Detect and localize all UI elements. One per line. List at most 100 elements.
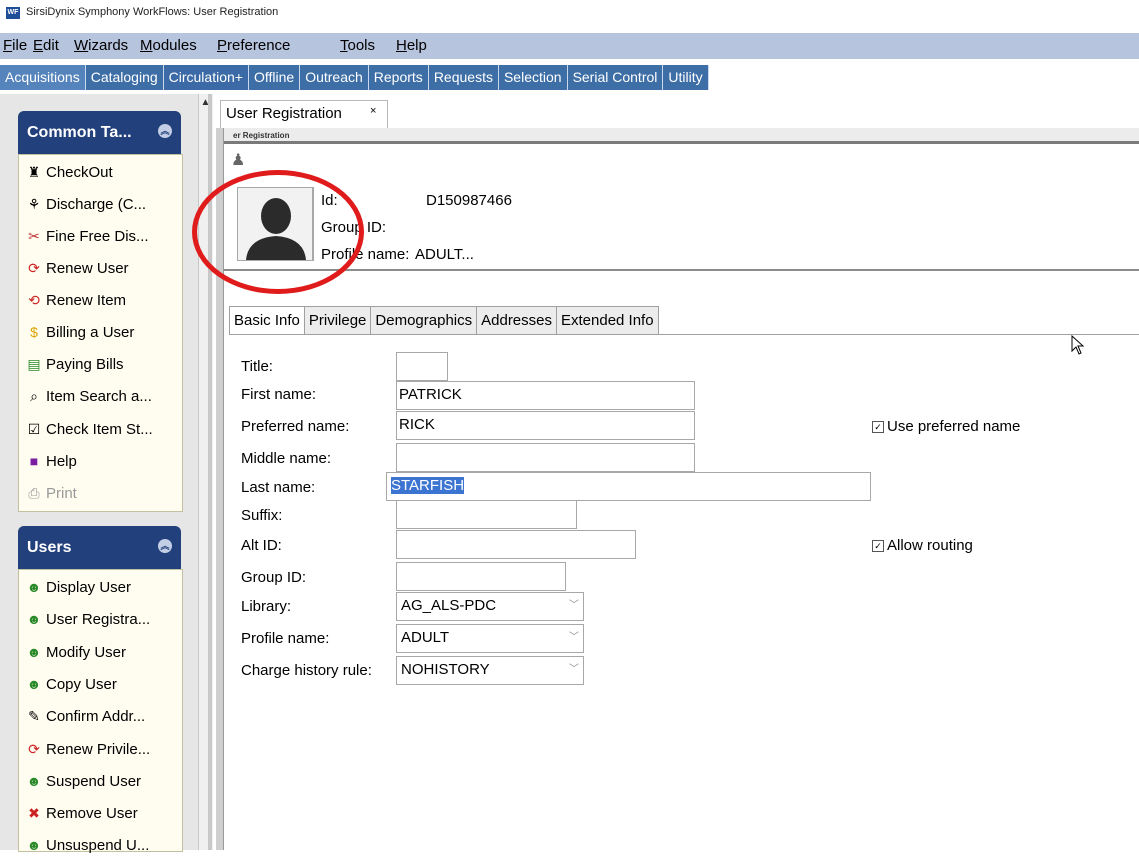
group-id-label: Group ID: bbox=[241, 569, 307, 586]
subwindow-title: er Registration bbox=[233, 131, 290, 140]
module-tab-cataloging[interactable]: Cataloging bbox=[85, 65, 164, 90]
library-label: Library: bbox=[241, 598, 292, 615]
task-check-item-status[interactable]: ☑ Check Item St... bbox=[26, 421, 153, 445]
suffix-label: Suffix: bbox=[241, 507, 283, 524]
users-header[interactable]: Users ︽ bbox=[18, 526, 181, 569]
renew-privilege-icon: ⟳ bbox=[28, 741, 40, 757]
task-copy-user[interactable]: ☻ Copy User bbox=[26, 676, 117, 700]
task-paying-bills[interactable]: ▤ Paying Bills bbox=[26, 356, 123, 380]
use-preferred-name-checkbox[interactable]: ✓ Use preferred name bbox=[872, 418, 1020, 435]
module-tab-serial-control[interactable]: Serial Control bbox=[567, 65, 664, 90]
collapse-icon[interactable]: ︽ bbox=[158, 539, 172, 553]
module-bar: Acquisitions Cataloging Circulation+ Off… bbox=[0, 65, 1139, 90]
first-name-field[interactable]: PATRICK bbox=[396, 381, 695, 410]
modify-user-icon: ☻ bbox=[26, 644, 42, 660]
copy-user-icon: ☻ bbox=[26, 676, 42, 692]
checkbox-checked-icon: ✓ bbox=[872, 540, 884, 552]
module-tab-utility[interactable]: Utility bbox=[663, 65, 709, 90]
module-tab-acquisitions[interactable]: Acquisitions bbox=[0, 65, 86, 90]
task-display-user[interactable]: ☻ Display User bbox=[26, 579, 131, 603]
collapse-icon[interactable]: ︽ bbox=[158, 124, 172, 138]
header-separator bbox=[224, 269, 1139, 271]
tab-privilege[interactable]: Privilege bbox=[303, 306, 372, 334]
tab-addresses[interactable]: Addresses bbox=[476, 306, 557, 334]
checkout-icon: ♜ bbox=[27, 164, 41, 180]
menu-file[interactable]: File bbox=[3, 37, 27, 54]
tab-demographics[interactable]: Demographics bbox=[370, 306, 478, 334]
module-tab-requests[interactable]: Requests bbox=[428, 65, 499, 90]
library-select[interactable]: AG_ALS-PDC ﹀ bbox=[396, 592, 584, 621]
module-tab-circulation[interactable]: Circulation+ bbox=[163, 65, 249, 90]
title-label: Title: bbox=[241, 358, 273, 375]
display-user-icon: ☻ bbox=[26, 579, 42, 595]
paying-bills-icon: ▤ bbox=[27, 356, 41, 372]
form-tabs: Basic Info Privilege Demographics Addres… bbox=[229, 306, 659, 335]
preferred-name-label: Preferred name: bbox=[241, 418, 350, 435]
last-name-label: Last name: bbox=[241, 479, 316, 496]
profile-name-select[interactable]: ADULT ﹀ bbox=[396, 624, 584, 653]
module-tab-outreach[interactable]: Outreach bbox=[300, 65, 369, 90]
task-confirm-address[interactable]: ✎ Confirm Addr... bbox=[26, 708, 145, 732]
window-title: SirsiDynix Symphony WorkFlows: User Regi… bbox=[26, 6, 279, 18]
common-tasks-title: Common Ta... bbox=[27, 124, 132, 141]
group-id-field[interactable] bbox=[396, 562, 566, 591]
menu-edit[interactable]: Edit bbox=[33, 37, 59, 54]
users-toolbar-icon[interactable]: ♟ bbox=[231, 150, 245, 170]
menu-help[interactable]: Help bbox=[396, 37, 427, 54]
task-renew-item[interactable]: ⟲ Renew Item bbox=[26, 292, 126, 316]
common-tasks-header[interactable]: Common Ta... ︽ bbox=[18, 111, 181, 154]
user-registration-icon: ☻ bbox=[26, 611, 42, 627]
task-user-registration[interactable]: ☻ User Registra... bbox=[26, 611, 151, 635]
chevron-down-icon: ﹀ bbox=[569, 632, 579, 643]
renew-item-icon: ⟲ bbox=[28, 292, 40, 308]
unsuspend-user-icon: ☻ bbox=[26, 837, 42, 853]
close-icon[interactable]: × bbox=[370, 105, 376, 117]
task-checkout[interactable]: ♜ CheckOut bbox=[26, 164, 113, 188]
preferred-name-field[interactable]: RICK bbox=[396, 411, 695, 440]
alt-id-field[interactable] bbox=[396, 530, 636, 559]
chevron-down-icon: ﹀ bbox=[569, 664, 579, 675]
task-help[interactable]: ■ Help bbox=[26, 453, 77, 477]
mouse-pointer-icon bbox=[1071, 334, 1085, 355]
middle-name-label: Middle name: bbox=[241, 450, 332, 467]
task-suspend-user[interactable]: ☻ Suspend User bbox=[26, 773, 141, 797]
menu-wizards[interactable]: Wizards bbox=[74, 37, 128, 54]
charge-history-select[interactable]: NOHISTORY ﹀ bbox=[396, 656, 584, 685]
task-billing-user[interactable]: $ Billing a User bbox=[26, 324, 134, 348]
task-unsuspend-user[interactable]: ☻ Unsuspend U... bbox=[26, 837, 150, 861]
allow-routing-checkbox[interactable]: ✓ Allow routing bbox=[872, 537, 973, 554]
task-modify-user[interactable]: ☻ Modify User bbox=[26, 644, 126, 668]
task-renew-user[interactable]: ⟳ Renew User bbox=[26, 260, 128, 284]
fine-free-icon: ✂ bbox=[28, 228, 40, 244]
check-item-icon: ☑ bbox=[27, 421, 41, 437]
app-icon: WF bbox=[6, 7, 20, 19]
tab-label: User Registration bbox=[226, 105, 342, 122]
task-fine-free[interactable]: ✂ Fine Free Dis... bbox=[26, 228, 148, 252]
module-tab-offline[interactable]: Offline bbox=[248, 65, 301, 90]
billing-icon: $ bbox=[30, 324, 38, 340]
suspend-user-icon: ☻ bbox=[26, 773, 42, 789]
title-field[interactable] bbox=[396, 352, 448, 381]
task-item-search[interactable]: ⌕ Item Search a... bbox=[26, 388, 152, 412]
menu-bar: File Edit Wizards Modules Preference Too… bbox=[0, 33, 1139, 59]
task-print[interactable]: ⎙ Print bbox=[26, 485, 76, 509]
id-value: D150987466 bbox=[426, 192, 512, 209]
renew-user-icon: ⟳ bbox=[28, 260, 40, 276]
profile-name-label: Profile name: bbox=[241, 630, 330, 647]
task-discharge[interactable]: ⚘ Discharge (C... bbox=[26, 196, 146, 220]
last-name-field[interactable]: STARFISH bbox=[386, 472, 871, 501]
tab-extended-info[interactable]: Extended Info bbox=[556, 306, 659, 334]
middle-name-field[interactable] bbox=[396, 443, 695, 472]
menu-tools[interactable]: Tools bbox=[340, 37, 375, 54]
confirm-address-icon: ✎ bbox=[28, 708, 40, 724]
menu-preference[interactable]: Preference bbox=[217, 37, 290, 54]
item-search-icon: ⌕ bbox=[30, 388, 38, 404]
task-renew-privilege[interactable]: ⟳ Renew Privile... bbox=[26, 741, 150, 765]
suffix-field[interactable] bbox=[396, 500, 577, 529]
task-remove-user[interactable]: ✖ Remove User bbox=[26, 805, 138, 829]
highlight-circle bbox=[192, 170, 364, 294]
menu-modules[interactable]: Modules bbox=[140, 37, 197, 54]
module-tab-selection[interactable]: Selection bbox=[498, 65, 568, 90]
module-tab-reports[interactable]: Reports bbox=[368, 65, 429, 90]
tab-basic-info[interactable]: Basic Info bbox=[229, 306, 305, 335]
